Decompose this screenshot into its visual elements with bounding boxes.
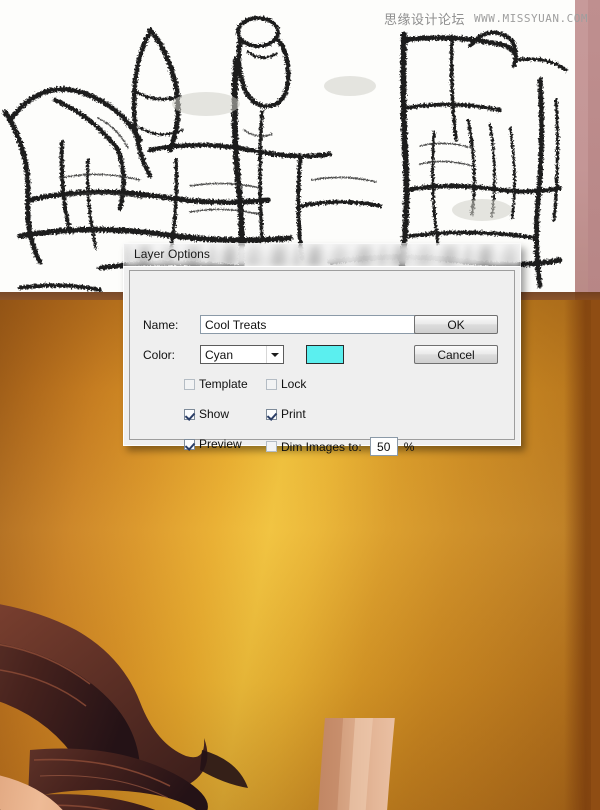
- checkbox-box-show[interactable]: [184, 408, 195, 420]
- show-checkbox[interactable]: Show: [184, 407, 229, 421]
- watermark-url-text: WWW.MISSYUAN.COM: [474, 12, 588, 25]
- checkbox-box-lock[interactable]: [266, 378, 277, 390]
- name-row: Name:: [143, 315, 417, 334]
- template-checkbox-row[interactable]: Template: [184, 377, 248, 391]
- dim-images-label: Dim Images to:: [281, 439, 362, 454]
- color-label: Color:: [143, 347, 176, 362]
- color-row: Color: Cyan: [143, 345, 344, 364]
- template-checkbox[interactable]: Template: [184, 377, 248, 391]
- screenshot-stage: 思缘设计论坛 WWW.MISSYUAN.COM Layer Options Na…: [0, 0, 600, 810]
- dialog-title-bar[interactable]: Layer Options: [123, 243, 521, 266]
- dialog-title: Layer Options: [134, 247, 211, 261]
- arm-shape: [318, 718, 395, 810]
- dim-images-row[interactable]: Dim Images to: %: [266, 437, 414, 456]
- gold-right-edge: [591, 300, 600, 810]
- dialog-body: Name: Color: Cyan Template: [123, 266, 521, 456]
- name-label: Name:: [143, 317, 179, 332]
- cancel-button[interactable]: Cancel: [414, 345, 498, 364]
- lock-checkbox[interactable]: Lock: [266, 377, 306, 391]
- color-swatch[interactable]: [306, 345, 344, 364]
- lock-label: Lock: [281, 377, 307, 391]
- watermark-cn-text: 思缘设计论坛: [384, 13, 466, 28]
- watermark: 思缘设计论坛 WWW.MISSYUAN.COM: [384, 9, 588, 28]
- color-select[interactable]: Cyan: [200, 345, 284, 364]
- right-edge-strip-inner: [588, 0, 600, 300]
- print-checkbox[interactable]: Print: [266, 407, 306, 421]
- template-label: Template: [199, 377, 248, 391]
- color-select-value: Cyan: [205, 347, 234, 362]
- print-checkbox-row[interactable]: Print: [266, 407, 306, 421]
- show-label: Show: [199, 407, 230, 421]
- checkbox-box-print[interactable]: [266, 408, 277, 420]
- percent-label: %: [403, 439, 415, 454]
- preview-label: Preview: [199, 437, 242, 451]
- layer-options-dialog[interactable]: Layer Options Name: Color: Cyan: [123, 243, 521, 456]
- checkbox-box-preview[interactable]: [184, 438, 195, 450]
- dialog-inner-panel: Name: Color: Cyan Template: [129, 270, 515, 456]
- print-label: Print: [281, 407, 306, 421]
- layer-name-input[interactable]: [200, 315, 417, 334]
- lock-checkbox-row[interactable]: Lock: [266, 377, 306, 391]
- preview-checkbox-row[interactable]: Preview: [184, 437, 242, 451]
- preview-checkbox[interactable]: Preview: [184, 437, 242, 451]
- checkbox-box-template[interactable]: [184, 378, 195, 390]
- dim-images-input[interactable]: [369, 437, 398, 456]
- chevron-down-icon[interactable]: [266, 346, 283, 363]
- face-shape: [0, 775, 63, 810]
- checkbox-box-dim-images[interactable]: [266, 441, 277, 452]
- dim-images-checkbox[interactable]: Dim Images to:: [266, 440, 362, 454]
- ok-button[interactable]: OK: [414, 315, 498, 334]
- show-checkbox-row[interactable]: Show: [184, 407, 229, 421]
